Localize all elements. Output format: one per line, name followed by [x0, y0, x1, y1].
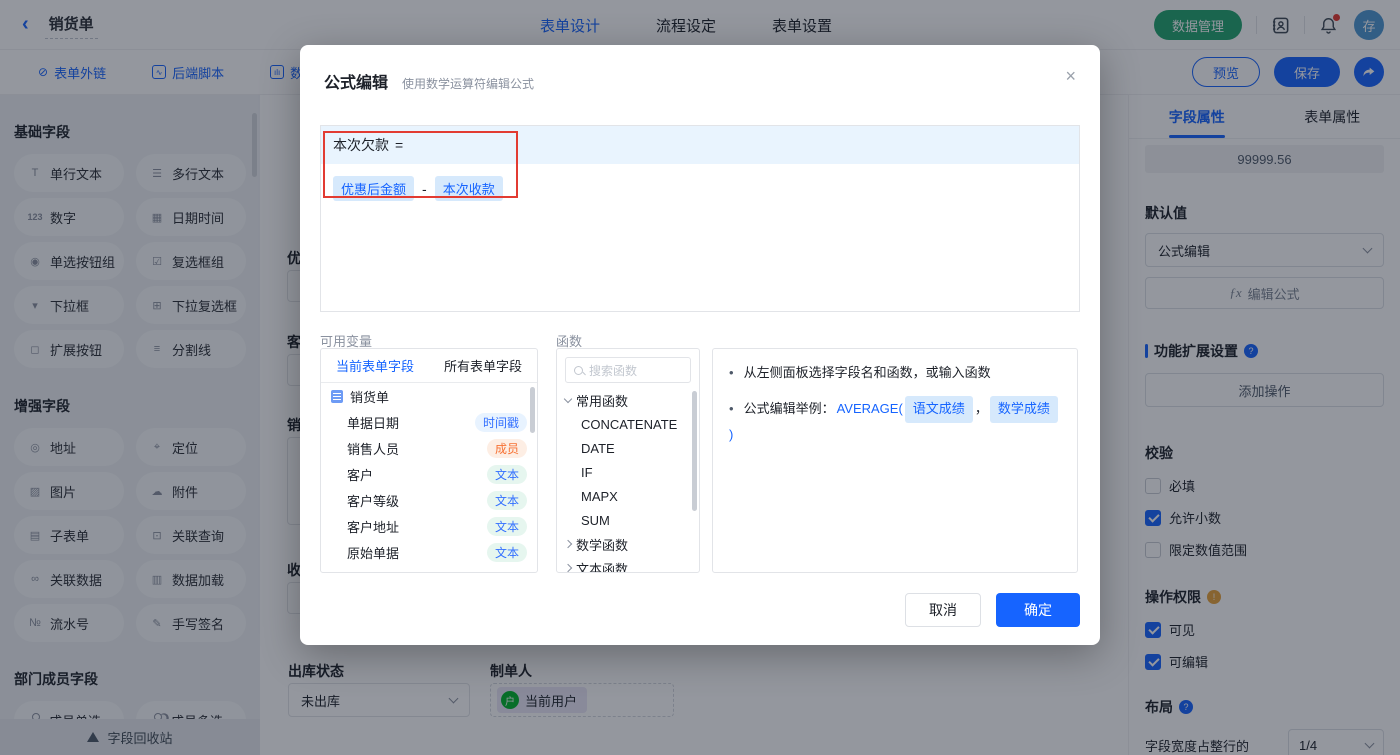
equals-sign: =: [395, 137, 404, 153]
formula-target-row: 本次欠款 =: [321, 126, 1079, 164]
chevron-right-icon: [563, 563, 573, 572]
function-name: SUM: [581, 512, 610, 528]
minus-operator: -: [422, 180, 427, 197]
variable-name: 客户地址: [347, 519, 400, 535]
variable-form-row[interactable]: 销货单: [321, 383, 537, 409]
form-doc-icon: [331, 389, 343, 403]
function-date[interactable]: DATE: [557, 436, 699, 460]
function-name: CONCATENATE: [581, 416, 678, 432]
variable-row-customer-address[interactable]: 客户地址 文本: [321, 513, 537, 539]
example-function-open: AVERAGE(: [836, 400, 903, 416]
type-badge: 文本: [486, 542, 527, 562]
group-name: 数学函数: [576, 537, 629, 553]
variable-row-salesperson[interactable]: 销售人员 成员: [321, 435, 537, 461]
type-badge: 时间戳: [474, 412, 527, 432]
chevron-down-icon: [563, 394, 573, 403]
type-badge: 成员: [486, 438, 527, 458]
formula-editor[interactable]: 本次欠款 = 优惠后金额 - 本次收款: [320, 125, 1080, 312]
comma: ，: [974, 400, 988, 416]
cancel-button[interactable]: 取消: [905, 593, 981, 627]
bullet-icon: •: [729, 400, 734, 416]
variable-row-original-bill[interactable]: 原始单据 文本: [321, 539, 537, 565]
modal-subtitle: 使用数学运算符编辑公式: [402, 77, 535, 91]
group-name: 文本函数: [576, 561, 629, 573]
function-concatenate[interactable]: CONCATENATE: [557, 412, 699, 436]
functions-panel: 搜索函数 常用函数 CONCATENATE DATE IF MAPX SUM 数…: [556, 348, 700, 573]
variable-row-bill-date[interactable]: 单据日期 时间戳: [321, 409, 537, 435]
type-badge: 文本: [486, 516, 527, 536]
variable-name: 单据日期: [347, 415, 400, 431]
variables-scrollbar[interactable]: [530, 387, 535, 433]
function-name: DATE: [581, 440, 615, 456]
form-name: 销货单: [350, 389, 390, 405]
example-chip-chinese-score: 语文成绩: [904, 395, 973, 423]
chevron-right-icon: [563, 539, 573, 549]
function-if[interactable]: IF: [557, 460, 699, 484]
bullet-icon: •: [729, 365, 734, 380]
tip-text: 从左侧面板选择字段名和函数，或输入函数: [743, 365, 991, 380]
search-placeholder: 搜索函数: [589, 363, 638, 378]
type-badge: 文本: [486, 490, 527, 510]
type-badge: 文本: [486, 464, 527, 484]
function-group-math[interactable]: 数学函数: [557, 532, 699, 556]
variables-panel: 当前表单字段 所有表单字段 销货单 单据日期 时间戳 销售人员 成员 客户 文本…: [320, 348, 538, 573]
confirm-button[interactable]: 确定: [996, 593, 1080, 627]
tab-all-form-fields[interactable]: 所有表单字段: [429, 349, 537, 382]
formula-chip-current-payment[interactable]: 本次收款: [434, 176, 503, 201]
example-function-close: ): [729, 426, 734, 442]
tab-current-form-fields[interactable]: 当前表单字段: [321, 349, 429, 382]
function-name: MAPX: [581, 488, 618, 504]
example-chip-math-score: 数学成绩: [989, 395, 1058, 423]
variables-tabs: 当前表单字段 所有表单字段: [321, 349, 537, 383]
tip-line-1: • 从左侧面板选择字段名和函数，或输入函数: [729, 363, 1061, 384]
formula-chip-discount-amount[interactable]: 优惠后金额: [333, 176, 415, 201]
close-icon[interactable]: ×: [1065, 67, 1076, 85]
functions-scrollbar[interactable]: [692, 391, 697, 511]
formula-edit-modal: 公式编辑 使用数学运算符编辑公式 × 本次欠款 = 优惠后金额 - 本次收款 可…: [300, 45, 1100, 645]
screen: ‹ 销货单 表单设计 流程设定 表单设置 数据管理 存 ⊘ 表单外链 ∿ 后端脚…: [0, 0, 1400, 755]
group-name: 常用函数: [576, 393, 629, 409]
function-search-input[interactable]: 搜索函数: [565, 357, 691, 383]
modal-header: 公式编辑 使用数学运算符编辑公式: [300, 45, 1100, 93]
variable-row-customer[interactable]: 客户 文本: [321, 461, 537, 487]
function-group-common[interactable]: 常用函数: [557, 388, 699, 412]
function-name: IF: [581, 464, 593, 480]
tip-line-2: • 公式编辑举例： AVERAGE( 语文成绩 ， 数学成绩 ): [729, 395, 1061, 446]
formula-target-field: 本次欠款: [333, 137, 389, 153]
variable-name: 客户等级: [347, 493, 400, 509]
variable-row-customer-level[interactable]: 客户等级 文本: [321, 487, 537, 513]
modal-title: 公式编辑: [324, 75, 389, 92]
variable-name: 销售人员: [347, 441, 400, 457]
variable-name: 原始单据: [347, 545, 400, 561]
tip-example-label: 公式编辑举例：: [743, 400, 835, 416]
function-group-text[interactable]: 文本函数: [557, 556, 699, 573]
tips-panel: • 从左侧面板选择字段名和函数，或输入函数 • 公式编辑举例： AVERAGE(…: [712, 348, 1078, 573]
function-mapx[interactable]: MAPX: [557, 484, 699, 508]
function-sum[interactable]: SUM: [557, 508, 699, 532]
formula-expression-row[interactable]: 优惠后金额 - 本次收款: [321, 164, 1079, 213]
search-icon: [574, 365, 583, 375]
variable-name: 客户: [347, 467, 374, 483]
